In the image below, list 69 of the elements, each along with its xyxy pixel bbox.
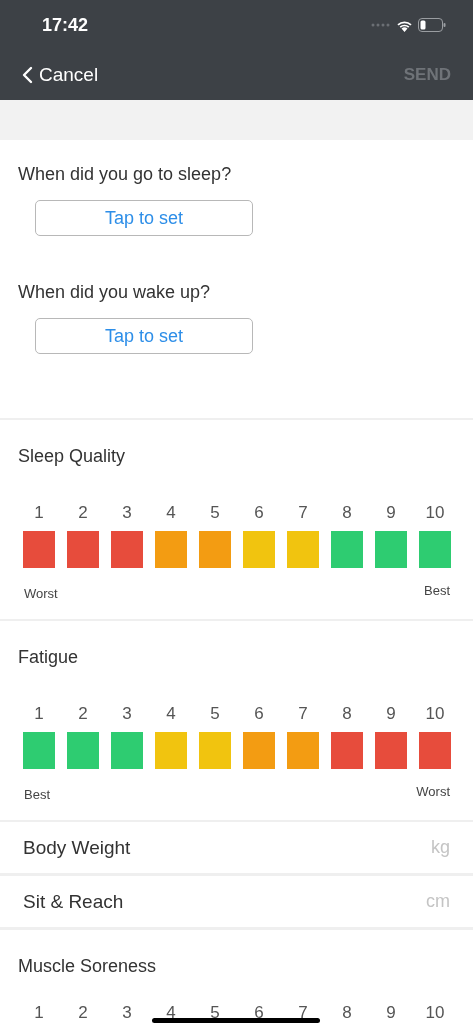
measurement-field[interactable]: Sit & Reach cm [0,876,473,930]
scale-number: 4 [165,1003,177,1023]
scale-number: 1 [33,503,45,523]
scale-number: 8 [341,503,353,523]
scale-number: 8 [341,1003,353,1023]
rating-square[interactable] [67,531,99,568]
status-time: 17:42 [42,14,89,36]
chevron-left-icon [22,66,33,84]
scale-number: 4 [165,503,177,523]
scale-title: Fatigue [17,647,80,668]
scale-number: 10 [424,1003,446,1023]
rating-square[interactable] [23,732,55,769]
rating-square[interactable] [287,531,319,568]
scale-number: 2 [77,503,89,523]
scale-number: 4 [165,704,177,724]
scale-number: 9 [385,704,397,724]
scale-number: 1 [33,704,45,724]
scale-number: 5 [209,503,221,523]
rating-square[interactable] [287,732,319,769]
rating-square[interactable] [375,531,407,568]
rating-square[interactable] [243,531,275,568]
scale-number: 1 [33,1003,45,1023]
rating-square[interactable] [23,531,55,568]
question-label: When did you go to sleep? [18,164,232,185]
question-label: When did you wake up? [18,282,211,303]
scale-number: 8 [341,704,353,724]
tap-to-set-button[interactable]: Tap to set [35,200,253,236]
scale-low-label: Best [24,787,50,802]
scale-high-label: Worst [416,784,450,801]
rating-square[interactable] [111,531,143,568]
scale-number: 2 [77,704,89,724]
rating-square[interactable] [155,531,187,568]
scale-number: 10 [424,704,446,724]
scale-number: 5 [209,704,221,724]
scale-high-label: Best [424,583,450,600]
rating-square[interactable] [375,732,407,769]
scale-number: 7 [297,503,309,523]
scale-number: 9 [385,503,397,523]
battery-icon [418,18,446,32]
scale-number: 9 [385,1003,397,1023]
scale-title: Muscle Soreness [17,956,158,977]
scale-number: 3 [121,503,133,523]
rating-square[interactable] [199,531,231,568]
rating-square[interactable] [155,732,187,769]
scale-number: 3 [121,1003,133,1023]
rating-square[interactable] [67,732,99,769]
scale-number: 7 [297,1003,309,1023]
rating-square[interactable] [331,531,363,568]
rating-square[interactable] [243,732,275,769]
scale-number: 2 [77,1003,89,1023]
measurement-field[interactable]: Body Weight kg [0,822,473,876]
rating-square[interactable] [111,732,143,769]
cancel-button[interactable]: Cancel [22,64,99,86]
scale-number: 7 [297,704,309,724]
wifi-icon [396,18,413,32]
scale-number: 5 [209,1003,221,1023]
rating-square[interactable] [419,732,451,769]
scale-number: 6 [253,1003,265,1023]
scale-number: 10 [424,503,446,523]
scale-number: 3 [121,704,133,724]
tap-to-set-button[interactable]: Tap to set [35,318,253,354]
scale-title: Sleep Quality [17,446,127,467]
scale-number: 6 [253,503,265,523]
rating-square[interactable] [199,732,231,769]
scale-low-label: Worst [24,586,58,601]
scale-number: 6 [253,704,265,724]
rating-square[interactable] [419,531,451,568]
rating-square[interactable] [331,732,363,769]
signal-icon [371,23,391,27]
